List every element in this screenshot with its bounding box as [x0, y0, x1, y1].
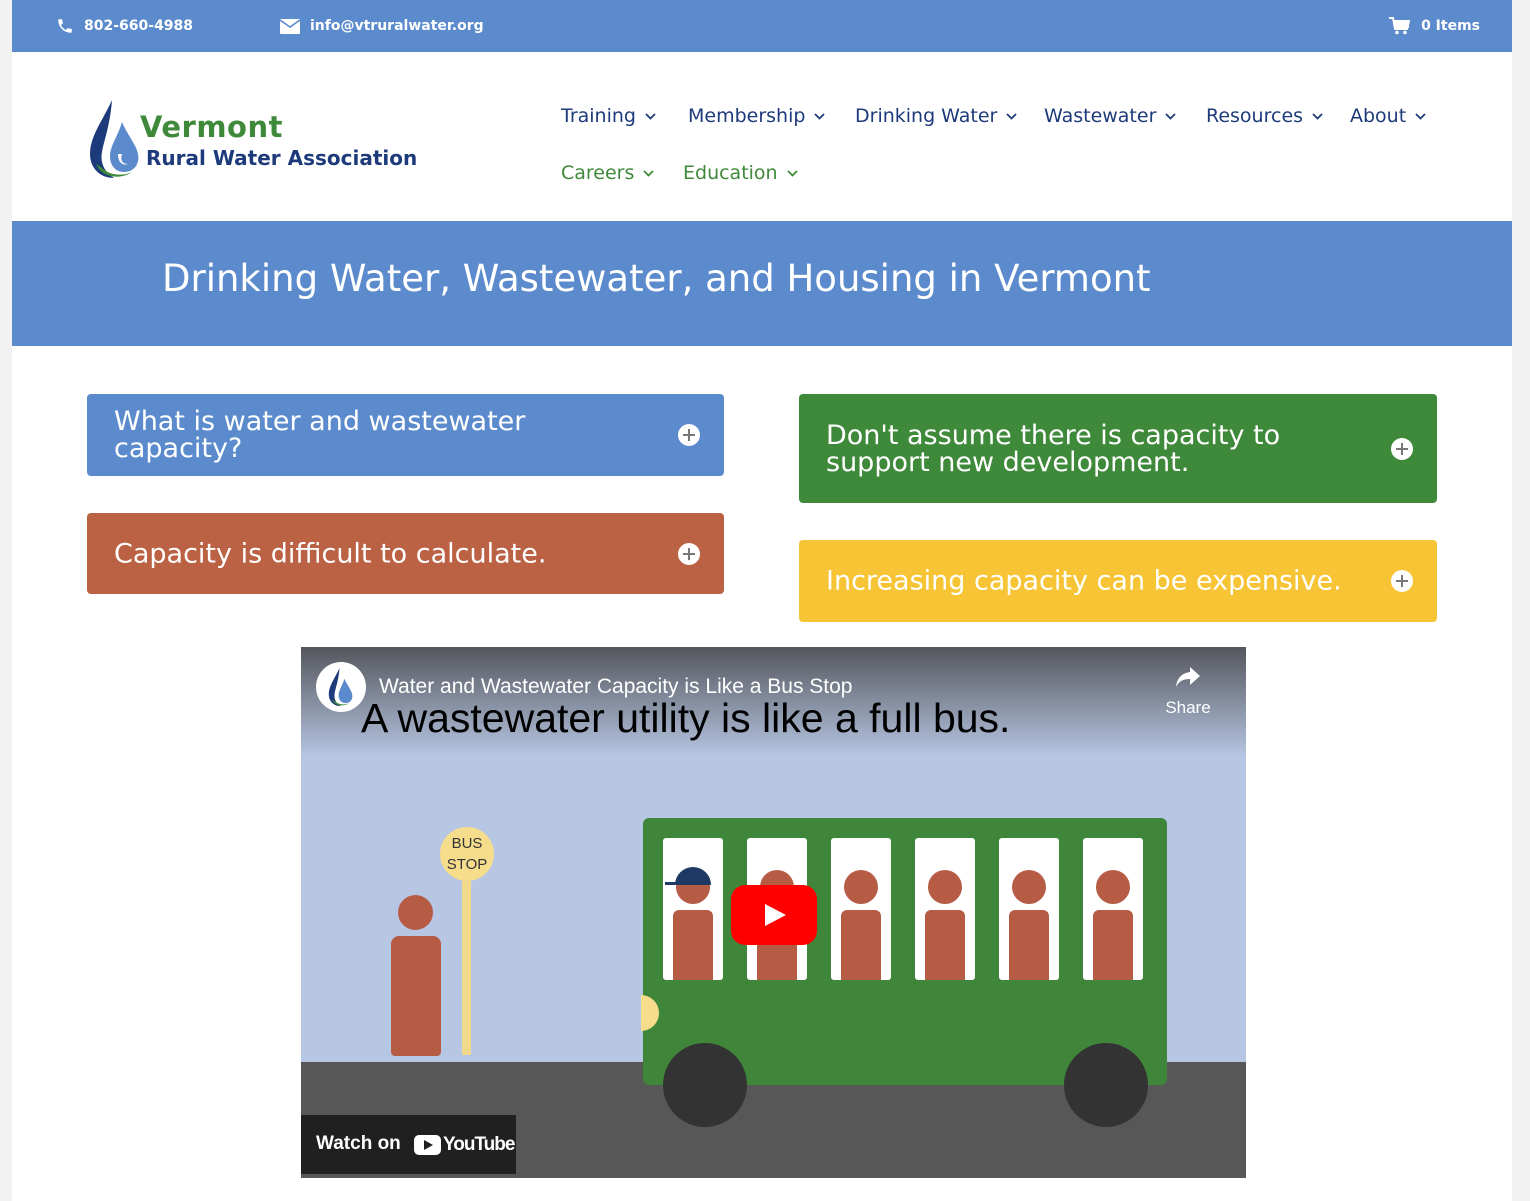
phone-link[interactable]: 802-660-4988 [56, 0, 193, 52]
plus-circle-icon [1391, 437, 1413, 460]
bus-window [1083, 838, 1143, 980]
toggle-title: Increasing capacity can be expensive. [826, 565, 1342, 597]
cart-icon [1389, 17, 1411, 35]
youtube-video-embed[interactable]: BUS STOP Water and Wastewater Capacity i… [301, 647, 1246, 1178]
nav-training[interactable]: Training [561, 104, 656, 128]
youtube-wordmark: YouTube [443, 1134, 515, 1155]
youtube-play-icon [414, 1135, 441, 1155]
toggle-capacity-assumption[interactable]: Don't assume there is capacity to suppor… [799, 394, 1437, 503]
nav-label: Wastewater [1044, 105, 1157, 127]
site-header: Vermont Rural Water Association Training… [12, 52, 1512, 221]
bus-window [915, 838, 975, 980]
email-address: info@vtruralwater.org [310, 18, 484, 34]
video-headline-caption: A wastewater utility is like a full bus. [361, 695, 1011, 741]
chevron-down-icon [645, 112, 656, 120]
waiting-person-body [391, 936, 441, 1056]
phone-number: 802-660-4988 [84, 18, 194, 34]
plus-circle-icon [678, 424, 700, 446]
envelope-icon [280, 18, 300, 34]
bus-stop-text-line1: BUS [451, 835, 483, 852]
nav-label: Careers [561, 162, 635, 184]
site-logo[interactable]: Vermont Rural Water Association [88, 94, 434, 184]
nav-label: Resources [1206, 105, 1304, 127]
logo-word-vermont: Vermont [140, 110, 283, 144]
bus-wheel [663, 1043, 747, 1127]
share-arrow-icon [1176, 667, 1200, 687]
water-drop-icon [90, 100, 139, 178]
youtube-logo: YouTube [414, 1134, 515, 1156]
nav-drinking-water[interactable]: Drinking Water [855, 104, 1017, 128]
nav-label: Membership [688, 105, 806, 127]
email-link[interactable]: info@vtruralwater.org [280, 0, 484, 52]
page: 802-660-4988 info@vtruralwater.org 0 Ite… [12, 0, 1512, 1201]
nav-label: Drinking Water [855, 105, 998, 127]
water-drop-icon [328, 667, 353, 707]
chevron-down-icon [786, 169, 798, 177]
page-title: Drinking Water, Wastewater, and Housing … [162, 257, 1151, 300]
nav-wastewater[interactable]: Wastewater [1044, 104, 1177, 128]
toggle-title: Capacity is difficult to calculate. [114, 538, 547, 569]
bus-illustration [643, 818, 1167, 1085]
nav-label: Education [683, 162, 778, 184]
bus-stop-text-line2: STOP [446, 856, 488, 873]
cart-count: 0 Items [1421, 18, 1480, 34]
chevron-down-icon [1006, 112, 1017, 120]
bus-wheel [1064, 1043, 1148, 1127]
waiting-person-head [398, 895, 433, 930]
chevron-down-icon [1415, 112, 1426, 120]
share-button[interactable]: Share [1163, 665, 1213, 718]
nav-resources[interactable]: Resources [1206, 104, 1323, 128]
toggle-capacity-cost[interactable]: Increasing capacity can be expensive. [799, 540, 1437, 622]
toggle-title: Don't assume there is capacity to suppor… [826, 419, 1281, 478]
bus-window [831, 838, 891, 980]
chevron-down-icon [643, 169, 655, 177]
channel-avatar[interactable] [316, 662, 366, 712]
top-bar: 802-660-4988 info@vtruralwater.org 0 Ite… [12, 0, 1512, 52]
plus-circle-icon [1391, 570, 1413, 592]
share-label: Share [1165, 698, 1211, 717]
nav-label: About [1350, 105, 1407, 127]
cart-link[interactable]: 0 Items [1389, 0, 1480, 52]
logo-word-association: Rural Water Association [146, 146, 418, 170]
play-button[interactable] [731, 885, 817, 945]
phone-icon [56, 17, 74, 35]
toggle-capacity-definition[interactable]: What is water and wastewater capacity? [87, 394, 724, 476]
chevron-down-icon [814, 112, 826, 120]
chevron-down-icon [1165, 112, 1177, 120]
watch-on-label: Watch on [316, 1133, 401, 1154]
bus-window [663, 838, 723, 980]
nav-label: Training [561, 105, 636, 127]
page-banner: Drinking Water, Wastewater, and Housing … [12, 221, 1512, 346]
plus-circle-icon [678, 542, 700, 565]
watch-on-youtube-button[interactable]: Watch on YouTube [301, 1115, 516, 1174]
chevron-down-icon [1312, 112, 1323, 120]
nav-careers[interactable]: Careers [561, 161, 655, 185]
bus-stop-pole [462, 879, 471, 1055]
nav-education[interactable]: Education [683, 161, 798, 185]
toggle-capacity-calculation[interactable]: Capacity is difficult to calculate. [87, 513, 724, 594]
toggle-title: What is water and wastewater capacity? [114, 406, 526, 464]
bus-stop-sign: BUS STOP [440, 827, 494, 881]
nav-membership[interactable]: Membership [688, 104, 826, 128]
bus-window [999, 838, 1059, 980]
nav-about[interactable]: About [1350, 104, 1426, 128]
